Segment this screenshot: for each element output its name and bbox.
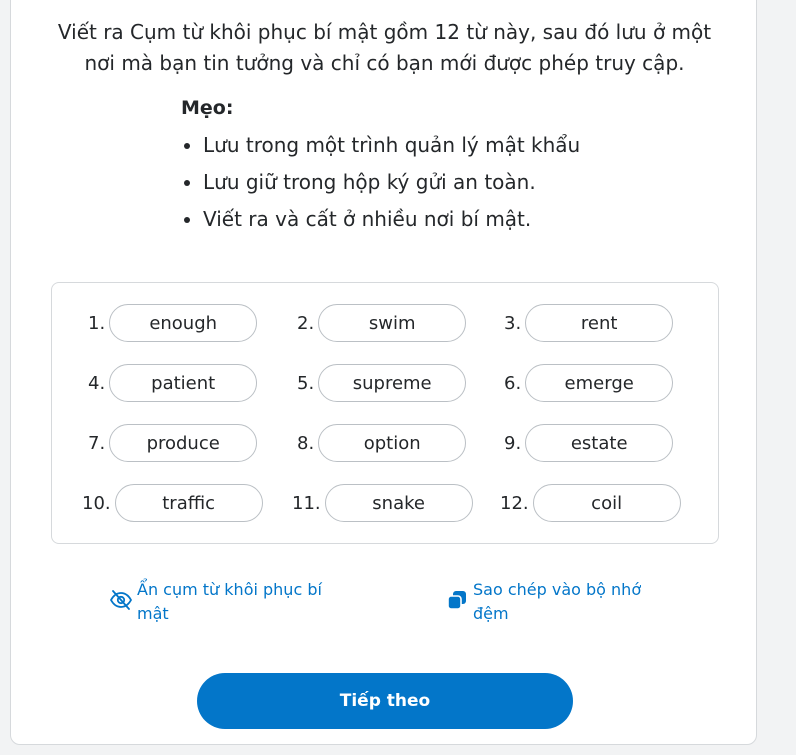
hide-phrase-label-line-2: mật (137, 604, 169, 623)
word-number: 2. (297, 312, 315, 334)
secret-phrase-card: Viết ra Cụm từ khôi phục bí mật gồm 12 t… (10, 0, 757, 745)
tip-item: Lưu giữ trong hộp ký gửi an toàn. (203, 164, 699, 201)
tips-list: Lưu trong một trình quản lý mật khẩu Lưu… (179, 127, 699, 238)
copy-label-line-2: đệm (473, 604, 509, 623)
tips-title: Mẹo: (181, 97, 234, 119)
word-number: 4. (88, 372, 106, 394)
word-chip: estate (525, 424, 674, 462)
copy-to-clipboard-link[interactable]: Sao chép vào bộ nhớ đệm (445, 578, 641, 626)
hide-phrase-link[interactable]: Ẩn cụm từ khôi phục bí mật (109, 578, 322, 626)
phrase-word-7: 7. produce (88, 423, 258, 463)
hide-phrase-label-line-1: Ẩn cụm từ khôi phục bí (137, 580, 322, 599)
phrase-word-12: 12. coil (500, 483, 681, 523)
word-chip: snake (324, 484, 473, 522)
word-number: 10. (82, 492, 111, 514)
word-number: 9. (504, 432, 522, 454)
tips-section: Mẹo: Lưu trong một trình quản lý mật khẩ… (179, 91, 699, 238)
phrase-word-9: 9. estate (504, 423, 674, 463)
phrase-word-11: 11. snake (292, 483, 473, 523)
word-number: 5. (297, 372, 315, 394)
phrase-word-1: 1. enough (88, 303, 258, 343)
word-chip: swim (318, 304, 467, 342)
word-number: 1. (88, 312, 106, 334)
phrase-word-4: 4. patient (88, 363, 258, 403)
word-number: 3. (504, 312, 522, 334)
tip-item: Lưu trong một trình quản lý mật khẩu (203, 127, 699, 164)
word-chip: emerge (525, 364, 674, 402)
phrase-word-8: 8. option (297, 423, 467, 463)
phrase-word-3: 3. rent (504, 303, 674, 343)
intro-line-2: nơi mà bạn tin tưởng và chỉ có bạn mới đ… (84, 51, 685, 75)
eye-slash-icon (109, 590, 133, 610)
word-number: 12. (500, 492, 529, 514)
word-chip: patient (109, 364, 258, 402)
word-number: 6. (504, 372, 522, 394)
word-number: 7. (88, 432, 106, 454)
word-chip: coil (532, 484, 681, 522)
word-chip: supreme (318, 364, 467, 402)
word-chip: traffic (114, 484, 263, 522)
phrase-word-6: 6. emerge (504, 363, 674, 403)
copy-icon (447, 591, 466, 610)
word-chip: rent (525, 304, 674, 342)
recovery-phrase-grid: 1. enough 2. swim 3. rent 4. patient 5. … (51, 282, 719, 544)
tip-item: Viết ra và cất ở nhiều nơi bí mật. (203, 201, 699, 238)
phrase-word-2: 2. swim (297, 303, 467, 343)
phrase-actions: Ẩn cụm từ khôi phục bí mật Sao chép vào … (11, 578, 758, 628)
phrase-word-5: 5. supreme (297, 363, 467, 403)
word-chip: produce (109, 424, 258, 462)
copy-label-line-1: Sao chép vào bộ nhớ (473, 580, 642, 599)
next-button[interactable]: Tiếp theo (197, 673, 573, 729)
intro-text: Viết ra Cụm từ khôi phục bí mật gồm 12 t… (41, 17, 728, 79)
word-number: 8. (297, 432, 315, 454)
intro-line-1: Viết ra Cụm từ khôi phục bí mật gồm 12 t… (57, 20, 712, 44)
phrase-word-10: 10. traffic (82, 483, 263, 523)
word-chip: enough (109, 304, 258, 342)
word-number: 11. (292, 492, 321, 514)
word-chip: option (318, 424, 467, 462)
